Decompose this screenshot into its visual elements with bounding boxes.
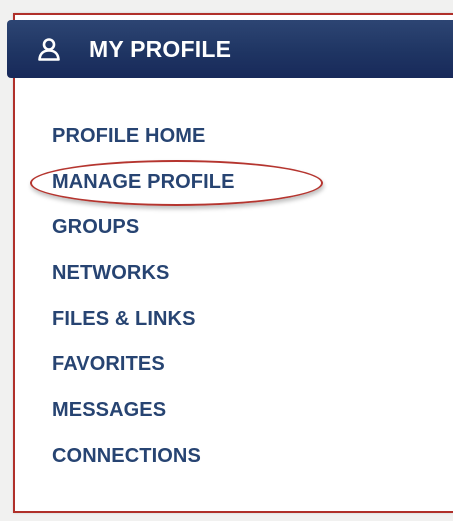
menu-item-networks[interactable]: NETWORKS (52, 255, 235, 301)
menu-item-messages[interactable]: MESSAGES (52, 392, 235, 438)
profile-header[interactable]: MY PROFILE (7, 20, 453, 78)
screenshot-frame: MY PROFILE PROFILE HOME MANAGE PROFILE G… (0, 0, 453, 521)
header-title: MY PROFILE (89, 36, 232, 62)
menu-item-profile-home[interactable]: PROFILE HOME (52, 118, 235, 164)
menu-item-groups[interactable]: GROUPS (52, 209, 235, 255)
menu-item-connections[interactable]: CONNECTIONS (52, 438, 235, 484)
menu-item-files-links[interactable]: FILES & LINKS (52, 301, 235, 347)
user-icon (38, 38, 60, 61)
menu-item-manage-profile[interactable]: MANAGE PROFILE (52, 164, 235, 210)
profile-menu: PROFILE HOME MANAGE PROFILE GROUPS NETWO… (52, 118, 235, 484)
menu-item-favorites[interactable]: FAVORITES (52, 346, 235, 392)
